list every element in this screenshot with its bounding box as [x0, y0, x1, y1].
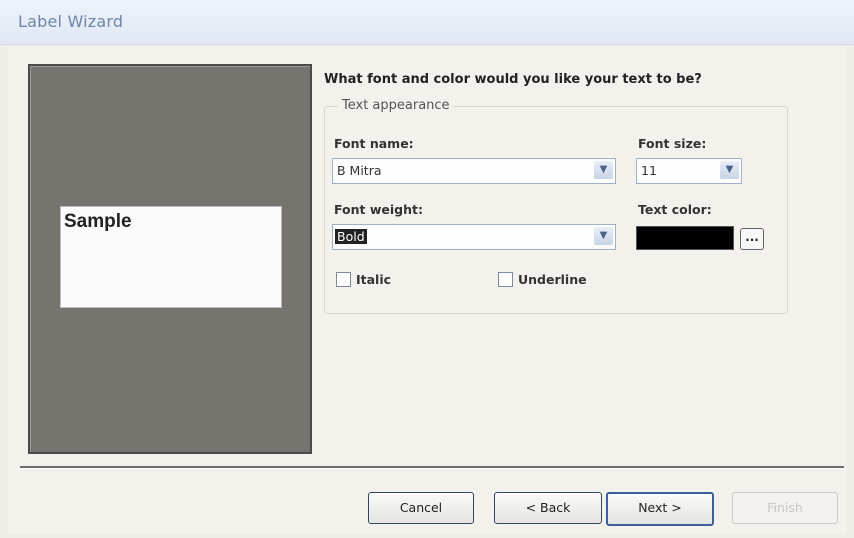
sample-text: Sample: [64, 211, 132, 232]
label-wizard-window: Label Wizard Sample What font and color …: [0, 0, 854, 538]
finish-button[interactable]: Finish: [732, 492, 838, 524]
font-name-value: B Mitra: [337, 163, 382, 178]
font-size-combo[interactable]: 11 ▼: [636, 158, 742, 184]
chevron-down-icon[interactable]: ▼: [594, 161, 613, 179]
wizard-question: What font and color would you like your …: [324, 72, 702, 87]
window-title: Label Wizard: [18, 12, 124, 31]
preview-panel: Sample: [28, 64, 312, 454]
italic-checkbox[interactable]: Italic: [336, 272, 391, 287]
font-size-label: Font size:: [638, 136, 707, 151]
back-button[interactable]: < Back: [494, 492, 602, 524]
font-weight-combo[interactable]: Bold ▼: [332, 224, 616, 250]
font-weight-label: Font weight:: [334, 202, 423, 217]
italic-label: Italic: [356, 272, 392, 287]
underline-label: Underline: [518, 272, 587, 287]
chevron-down-icon[interactable]: ▼: [720, 161, 739, 179]
color-picker-button[interactable]: ...: [740, 228, 764, 250]
underline-checkbox[interactable]: Underline: [498, 272, 587, 287]
chevron-down-icon[interactable]: ▼: [594, 227, 613, 245]
font-weight-value: Bold: [335, 229, 367, 244]
cancel-button[interactable]: Cancel: [368, 492, 474, 524]
font-size-value: 11: [641, 163, 657, 178]
text-color-swatch[interactable]: [636, 226, 734, 250]
sample-preview-box: Sample: [60, 206, 282, 308]
group-title: Text appearance: [338, 98, 454, 113]
checkbox-box[interactable]: [336, 272, 351, 287]
wizard-body: Sample What font and color would you lik…: [8, 46, 846, 534]
font-name-label: Font name:: [334, 136, 414, 151]
font-name-combo[interactable]: B Mitra ▼: [332, 158, 616, 184]
footer-separator: [20, 466, 844, 468]
next-button[interactable]: Next >: [606, 492, 714, 526]
text-color-label: Text color:: [638, 202, 712, 217]
checkbox-box[interactable]: [498, 272, 513, 287]
title-bar: Label Wizard: [0, 0, 854, 45]
